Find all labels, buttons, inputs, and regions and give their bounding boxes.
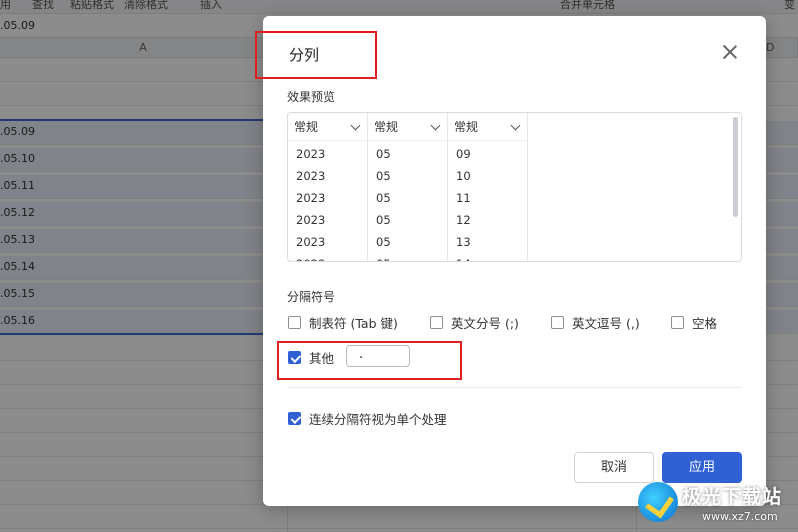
preview-cell: 05 xyxy=(376,235,391,249)
cancel-button[interactable]: 取消 xyxy=(574,452,654,483)
preview-cell: 05 xyxy=(376,169,391,183)
preview-cell: 2023 xyxy=(296,169,326,183)
space-checkbox[interactable] xyxy=(671,316,684,329)
column-type-select[interactable]: 常规 xyxy=(368,113,447,141)
other-separator-input[interactable]: . xyxy=(346,345,410,367)
chevron-down-icon xyxy=(430,120,441,131)
preview-cell: 2023 xyxy=(296,235,326,249)
column-type-select[interactable]: 常规 xyxy=(448,113,527,141)
preview-cell: 12 xyxy=(456,213,471,227)
preview-label: 效果预览 xyxy=(287,90,336,104)
preview-cell: 2023 xyxy=(296,147,326,161)
tab-option[interactable]: 制表符 (Tab 键) xyxy=(288,313,398,332)
preview-column: 常规 05 05 05 05 05 05 xyxy=(368,113,448,261)
preview-cell: 05 xyxy=(376,213,391,227)
comma-checkbox[interactable] xyxy=(551,316,564,329)
space-option[interactable]: 空格 xyxy=(671,313,717,332)
watermark-url: www.xz7.com xyxy=(702,510,778,523)
preview-cell: 05 xyxy=(376,191,391,205)
preview-panel: 常规 2023 2023 2023 2023 2023 2023 常规 05 0… xyxy=(287,112,742,262)
preview-cell: 2023 xyxy=(296,213,326,227)
semicolon-label: 英文分号 (;) xyxy=(451,316,519,331)
split-column-dialog: 分列 效果预览 常规 2023 2023 2023 2023 2023 2023… xyxy=(255,16,766,506)
preview-cell: 05 xyxy=(368,253,447,261)
apply-button[interactable]: 应用 xyxy=(662,452,742,483)
comma-label: 英文逗号 (,) xyxy=(572,316,640,331)
separator-label: 分隔符号 xyxy=(287,290,336,304)
preview-column: 常规 09 10 11 12 13 14 xyxy=(448,113,528,261)
column-type-label: 常规 xyxy=(454,120,479,134)
other-option[interactable]: 其他 xyxy=(288,348,334,367)
other-checkbox[interactable] xyxy=(288,351,301,364)
space-label: 空格 xyxy=(692,316,718,331)
dialog-title: 分列 xyxy=(289,46,320,64)
other-label: 其他 xyxy=(309,351,335,366)
comma-option[interactable]: 英文逗号 (,) xyxy=(551,313,640,332)
tab-checkbox[interactable] xyxy=(288,316,301,329)
preview-scrollbar[interactable] xyxy=(733,117,738,217)
preview-cell: 14 xyxy=(448,253,527,261)
column-type-label: 常规 xyxy=(294,120,319,134)
preview-cell: 05 xyxy=(376,147,391,161)
column-type-select[interactable]: 常规 xyxy=(288,113,367,141)
preview-cell: 11 xyxy=(456,191,471,205)
semicolon-checkbox[interactable] xyxy=(430,316,443,329)
chevron-down-icon xyxy=(350,120,361,131)
column-type-label: 常规 xyxy=(374,120,399,134)
consecutive-option[interactable]: 连续分隔符视为单个处理 xyxy=(288,409,447,428)
watermark-text: 极光下载站 xyxy=(682,486,783,508)
preview-cell: 09 xyxy=(456,147,471,161)
semicolon-option[interactable]: 英文分号 (;) xyxy=(430,313,519,332)
watermark: 极光下载站 www.xz7.com xyxy=(638,480,794,528)
preview-cell: 2023 xyxy=(296,191,326,205)
preview-cell: 2023 xyxy=(288,253,367,261)
preview-cell: 10 xyxy=(456,169,471,183)
preview-column: 常规 2023 2023 2023 2023 2023 2023 xyxy=(288,113,368,261)
consecutive-checkbox[interactable] xyxy=(288,412,301,425)
close-icon[interactable] xyxy=(720,42,740,62)
preview-cell: 13 xyxy=(456,235,471,249)
consecutive-label: 连续分隔符视为单个处理 xyxy=(309,412,447,427)
divider xyxy=(287,387,742,388)
chevron-down-icon xyxy=(510,120,521,131)
tab-label: 制表符 (Tab 键) xyxy=(309,316,398,331)
site-logo-icon xyxy=(638,482,678,522)
